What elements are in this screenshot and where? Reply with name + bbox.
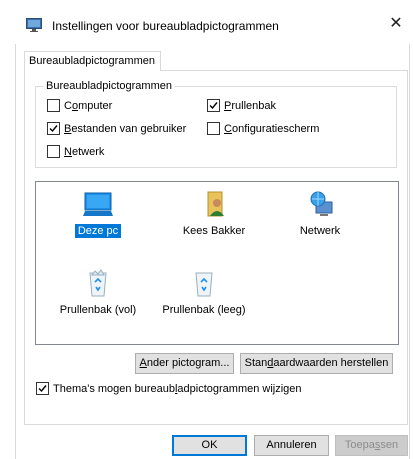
restore-default-button[interactable]: Standaardwaarden herstellen <box>240 353 393 374</box>
title-bar: Instellingen voor bureaubladpictogrammen… <box>0 0 413 44</box>
user-folder-icon <box>198 188 230 220</box>
icon-list[interactable]: Deze pc Kees Bakker Netwerk Prullenbak (… <box>35 181 399 345</box>
recycle-bin-empty-icon <box>188 267 220 299</box>
change-icon-button[interactable]: Ander pictogram... <box>135 353 234 374</box>
icon-label: Prullenbak (vol) <box>59 304 137 316</box>
dialog-border-right <box>409 44 410 459</box>
recycle-bin-full-icon <box>82 267 114 299</box>
prullenbak-checkbox-label: Prullenbak <box>224 99 276 112</box>
netwerk-checkbox-label: Netwerk <box>64 145 105 158</box>
icon-label: Kees Bakker <box>182 225 246 237</box>
icon-label: Netwerk <box>299 225 341 237</box>
tab-bureaubladpictogrammen[interactable]: Bureaubladpictogrammen <box>24 51 161 71</box>
icon-item-netwerk[interactable]: Netwerk <box>272 188 368 238</box>
cancel-button[interactable]: Annuleren <box>254 435 329 456</box>
checkbox-box[interactable] <box>47 122 60 135</box>
dialog-border-left <box>15 44 16 459</box>
configuratiescherm-checkbox-label: Configuratiescherm <box>224 122 320 135</box>
ok-button[interactable]: OK <box>172 435 247 456</box>
checkbox-box[interactable] <box>47 145 60 158</box>
checkbox-box[interactable] <box>207 122 220 135</box>
netwerk-checkbox[interactable]: Netwerk <box>47 145 104 158</box>
icon-label: Deze pc <box>74 224 122 238</box>
themes-checkbox[interactable]: Thema's mogen bureaubladpictogrammen wij… <box>36 382 302 395</box>
close-icon[interactable]: ✕ <box>384 12 408 36</box>
icon-item-prullenbak-vol[interactable]: Prullenbak (vol) <box>50 267 146 317</box>
bestanden-checkbox[interactable]: Bestanden van gebruiker <box>47 122 186 135</box>
checkbox-box[interactable] <box>207 99 220 112</box>
icon-item-prullenbak-leeg[interactable]: Prullenbak (leeg) <box>156 267 252 317</box>
checkbox-box[interactable] <box>47 99 60 112</box>
checkbox-box[interactable] <box>36 382 49 395</box>
bestanden-checkbox-label: Bestanden van gebruiker <box>64 122 187 135</box>
icon-label: Prullenbak (leeg) <box>162 304 246 316</box>
apply-button[interactable]: Toepassen <box>335 435 408 456</box>
icon-item-deze-pc[interactable]: Deze pc <box>50 188 146 238</box>
computer-monitor-icon <box>82 188 114 220</box>
group-legend: Bureaubladpictogrammen <box>43 80 175 92</box>
network-globe-icon <box>304 188 336 220</box>
computer-checkbox-label: Computer <box>64 99 113 112</box>
computer-checkbox[interactable]: Computer <box>47 99 112 112</box>
window-title: Instellingen voor bureaubladpictogrammen <box>52 19 279 33</box>
prullenbak-checkbox[interactable]: Prullenbak <box>207 99 276 112</box>
configuratiescherm-checkbox[interactable]: Configuratiescherm <box>207 122 319 135</box>
icon-item-kees-bakker[interactable]: Kees Bakker <box>166 188 262 238</box>
desktop-settings-icon <box>26 18 42 32</box>
themes-checkbox-label: Thema's mogen bureaubladpictogrammen wij… <box>53 382 302 395</box>
